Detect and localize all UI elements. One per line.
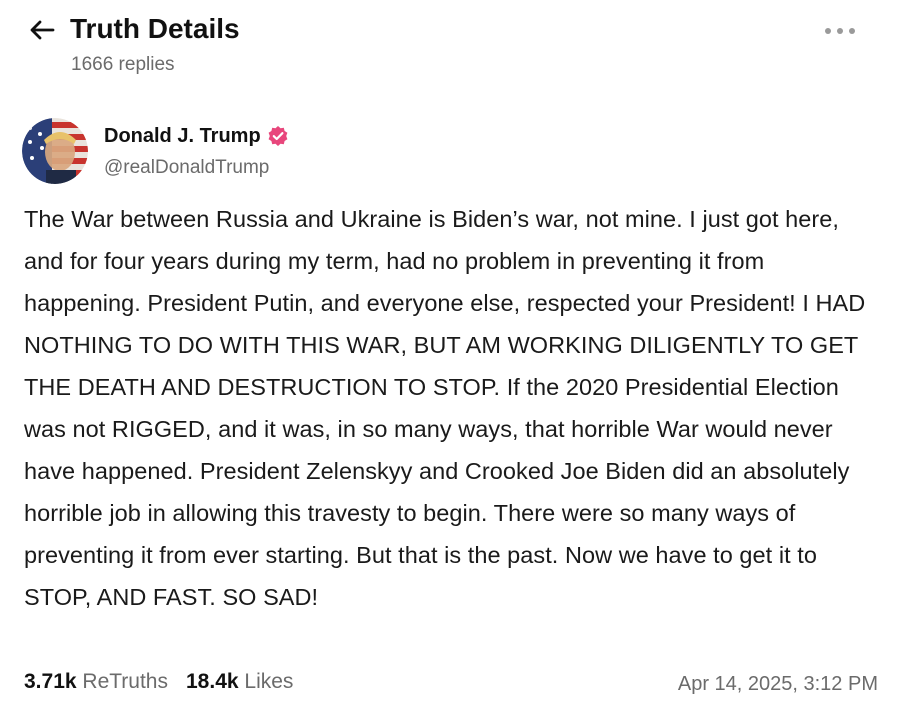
more-options-button[interactable] <box>820 18 860 44</box>
ellipsis-icon <box>825 28 855 34</box>
retruths-label: ReTruths <box>82 670 168 693</box>
likes-stat[interactable]: 18.4k Likes <box>186 668 293 696</box>
back-button[interactable] <box>26 14 58 46</box>
likes-label: Likes <box>244 670 294 693</box>
avatar[interactable] <box>22 118 88 184</box>
author-handle[interactable]: @realDonaldTrump <box>104 156 269 180</box>
verified-badge-icon <box>268 126 288 146</box>
retruths-count: 3.71k <box>24 670 77 693</box>
post-timestamp: Apr 14, 2025, 3:12 PM <box>677 673 878 695</box>
arrow-left-icon <box>30 20 55 40</box>
retruths-stat[interactable]: 3.71k ReTruths <box>24 668 168 696</box>
header: Truth Details 1666 replies <box>0 0 900 90</box>
post-stats: 3.71k ReTruths 18.4k Likes <box>24 668 293 696</box>
likes-count: 18.4k <box>186 670 239 693</box>
post-text: The War between Russia and Ukraine is Bi… <box>24 206 866 610</box>
author-name[interactable]: Donald J. Trump <box>104 124 289 148</box>
reply-count: 1666 replies <box>71 54 175 75</box>
author-name-text: Donald J. Trump <box>104 125 261 147</box>
page-title: Truth Details <box>70 13 240 44</box>
